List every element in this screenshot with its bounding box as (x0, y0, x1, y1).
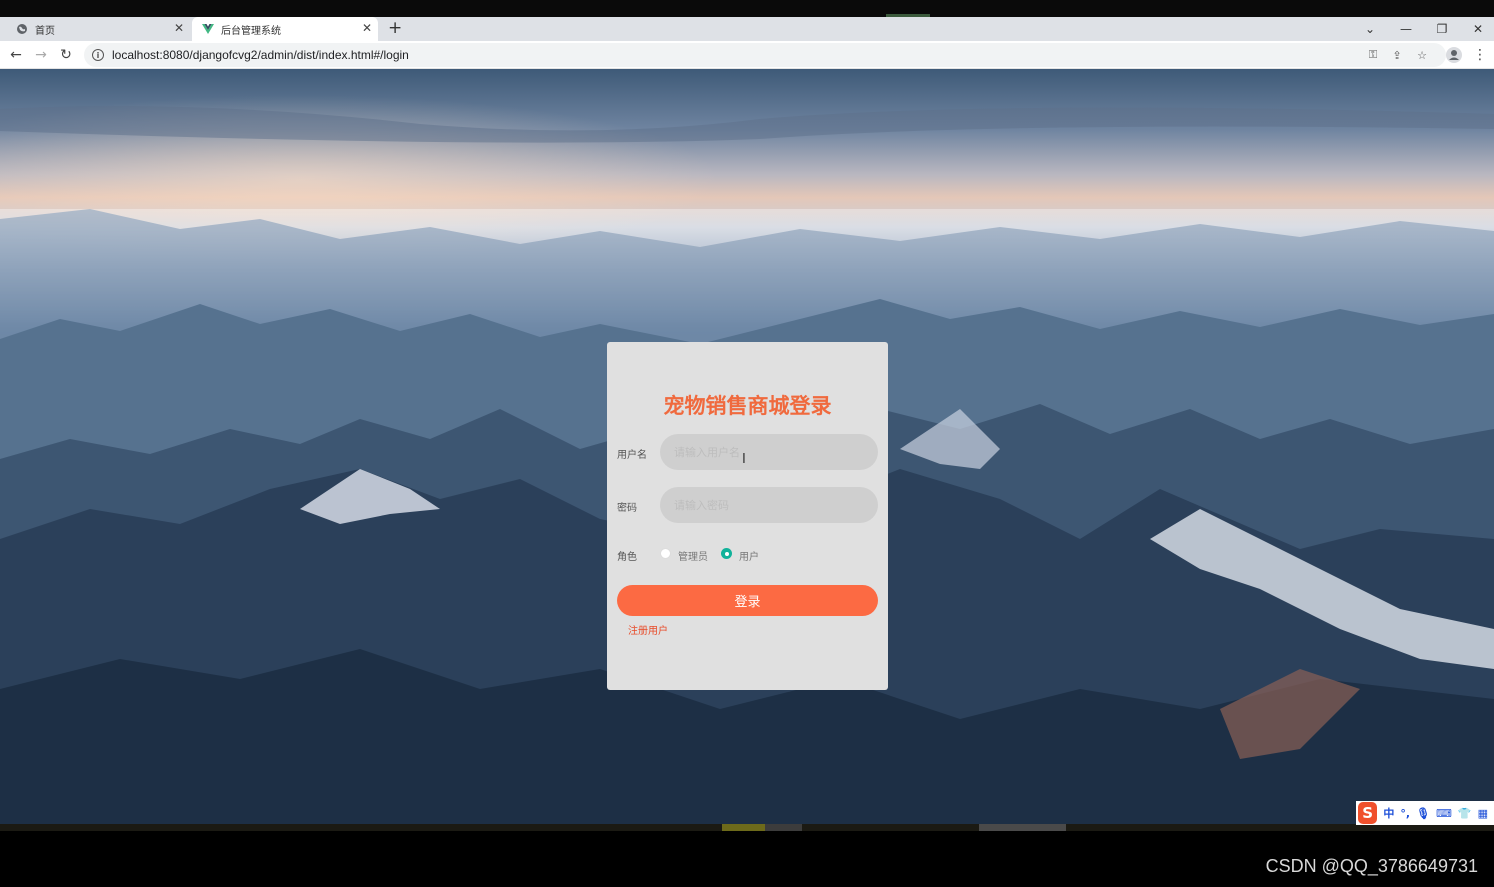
login-card: 宠物销售商城登录 用户名 密码 角色 管理员 用户 登录 注册用户 I (607, 342, 888, 690)
tab-search-icon[interactable]: ⌄ (1352, 17, 1388, 41)
apps-grid-icon[interactable]: ▦ (1478, 807, 1488, 820)
tab-title: 首页 (35, 25, 55, 37)
bookmark-star-icon[interactable]: ☆ (1411, 43, 1433, 67)
screen-top-strip (0, 0, 1494, 17)
info-icon[interactable]: i (92, 49, 104, 61)
role-option-admin-label[interactable]: 管理员 (678, 548, 708, 563)
text-cursor-icon: I (742, 452, 746, 467)
ime-mode[interactable]: 中 (1383, 805, 1394, 821)
page-title: 宠物销售商城登录 (663, 394, 832, 418)
url-text[interactable]: localhost:8080/djangofcvg2/admin/dist/in… (112, 48, 409, 62)
address-bar[interactable]: i localhost:8080/djangofcvg2/admin/dist/… (84, 43, 1446, 67)
profile-icon[interactable] (1444, 45, 1464, 65)
username-label: 用户名 (617, 450, 647, 461)
ime-toolbar[interactable]: S 中 °, 🎙 ⌨ 👕 ▦ (1356, 801, 1494, 825)
watermark: CSDN @QQ_3786649731 (1265, 856, 1478, 876)
taskbar-strip (0, 824, 1494, 831)
back-icon[interactable]: ← (6, 45, 26, 65)
share-icon[interactable]: ⇪ (1386, 43, 1408, 67)
browser-tab-bar: 首页 ✕ 后台管理系统 ✕ + ⌄ — ❐ ✕ (0, 17, 1494, 41)
reload-icon[interactable]: ↻ (56, 45, 76, 65)
login-button[interactable]: 登录 (617, 585, 878, 616)
menu-icon[interactable]: ⋮ (1470, 45, 1490, 65)
vue-logo-icon (202, 23, 214, 35)
role-option-user-label[interactable]: 用户 (739, 548, 759, 563)
new-tab-button[interactable]: + (388, 18, 402, 38)
punctuation-icon[interactable]: °, (1400, 807, 1410, 820)
sogou-logo-icon: S (1358, 802, 1378, 824)
skin-shirt-icon[interactable]: 👕 (1458, 807, 1472, 820)
restore-icon[interactable]: ❐ (1424, 17, 1460, 41)
page-background: 宠物销售商城登录 用户名 密码 角色 管理员 用户 登录 注册用户 I (0, 69, 1494, 824)
close-icon[interactable]: ✕ (362, 21, 372, 35)
taskbar-item[interactable] (722, 824, 765, 831)
browser-toolbar: ← → ↻ i localhost:8080/djangofcvg2/admin… (0, 41, 1494, 69)
register-link[interactable]: 注册用户 (628, 622, 668, 637)
taskbar-item[interactable] (765, 824, 802, 831)
window-close-icon[interactable]: ✕ (1460, 17, 1494, 41)
username-input[interactable] (660, 434, 878, 470)
key-icon[interactable]: ⚿ (1362, 43, 1384, 67)
tab-admin[interactable]: 后台管理系统 ✕ (192, 17, 378, 41)
role-radio-user[interactable] (721, 548, 732, 559)
taskbar-item[interactable] (979, 824, 1066, 831)
tab-home[interactable]: 首页 ✕ (8, 17, 190, 41)
password-input[interactable] (660, 487, 878, 523)
forward-icon[interactable]: → (31, 45, 51, 65)
globe-icon (16, 23, 28, 35)
close-icon[interactable]: ✕ (174, 21, 184, 35)
password-label: 密码 (617, 503, 637, 514)
role-radio-admin[interactable] (660, 548, 671, 559)
keyboard-icon[interactable]: ⌨ (1436, 807, 1452, 820)
tab-title: 后台管理系统 (221, 25, 281, 37)
microphone-icon[interactable]: 🎙 (1416, 807, 1430, 820)
minimize-icon[interactable]: — (1388, 17, 1424, 41)
role-label: 角色 (617, 552, 637, 563)
